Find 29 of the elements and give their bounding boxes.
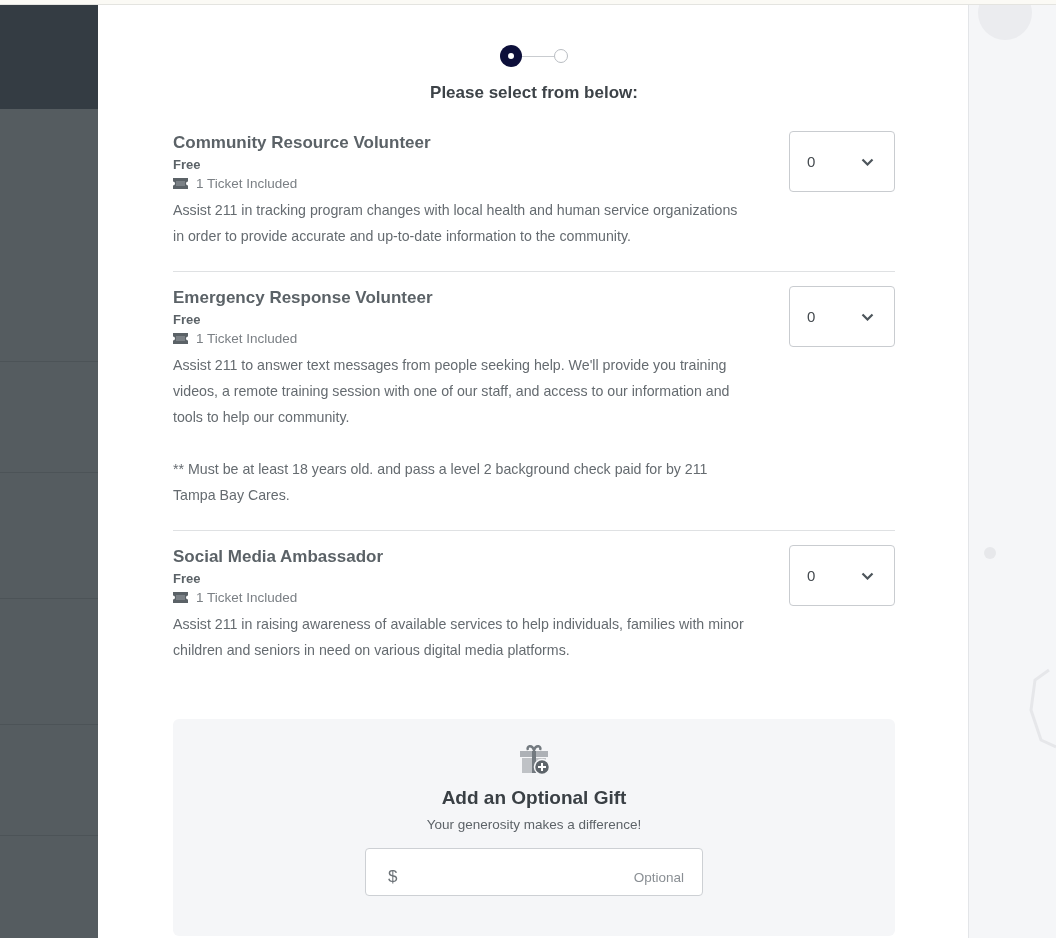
- gift-amount-field[interactable]: $ Optional: [365, 848, 703, 896]
- ticket-included: 1 Ticket Included: [196, 176, 298, 191]
- ticket-included: 1 Ticket Included: [196, 331, 298, 346]
- gift-subtitle: Your generosity makes a difference!: [426, 817, 642, 832]
- chevron-down-icon: [861, 312, 874, 321]
- quantity-dropdown[interactable]: 0: [789, 545, 895, 606]
- ticket-description: ** Must be at least 18 years old. and pass a level 2 background check paid for by 211 Tampa Bay Cares.: [173, 460, 709, 505]
- ticket-icon: [173, 333, 188, 344]
- chevron-down-icon: [861, 157, 874, 166]
- ticket-description: Assist 211 in tracking program changes with local health and human service organizations in order to provide accurate and up-to-date information to the community.: [173, 201, 739, 246]
- ticket-title: Social Media Ambassador: [173, 547, 385, 567]
- ticket-title: Community Resource Volunteer: [173, 133, 432, 153]
- ticket-description: Assist 211 in raising awareness of available services to help individuals, families with minor children and seniors in need on various digital media platforms.: [173, 615, 745, 660]
- ticket-included: 1 Ticket Included: [196, 590, 298, 605]
- quantity-dropdown[interactable]: 0: [789, 286, 895, 347]
- section-heading: Please select from below:: [429, 83, 639, 103]
- ticket-price: Free: [173, 157, 202, 172]
- ticket-price: Free: [173, 571, 202, 586]
- gift-title: Add an Optional Gift: [441, 787, 627, 809]
- chevron-down-icon: [861, 571, 874, 580]
- gift-add-icon: [518, 743, 550, 775]
- ticket-price: Free: [173, 312, 202, 327]
- quantity-dropdown[interactable]: 0: [789, 131, 895, 192]
- ticket-title: Emergency Response Volunteer: [173, 288, 434, 308]
- currency-symbol: $: [388, 867, 398, 887]
- ticket-icon: [173, 592, 188, 603]
- ticket-description: Assist 211 to answer text messages from people seeking help. We'll provide you training videos, a remote training session with one of our staff, and access to our information and tools to help our community.: [173, 356, 731, 427]
- amount-input[interactable]: Optional: [405, 868, 686, 886]
- ticket-icon: [173, 178, 188, 189]
